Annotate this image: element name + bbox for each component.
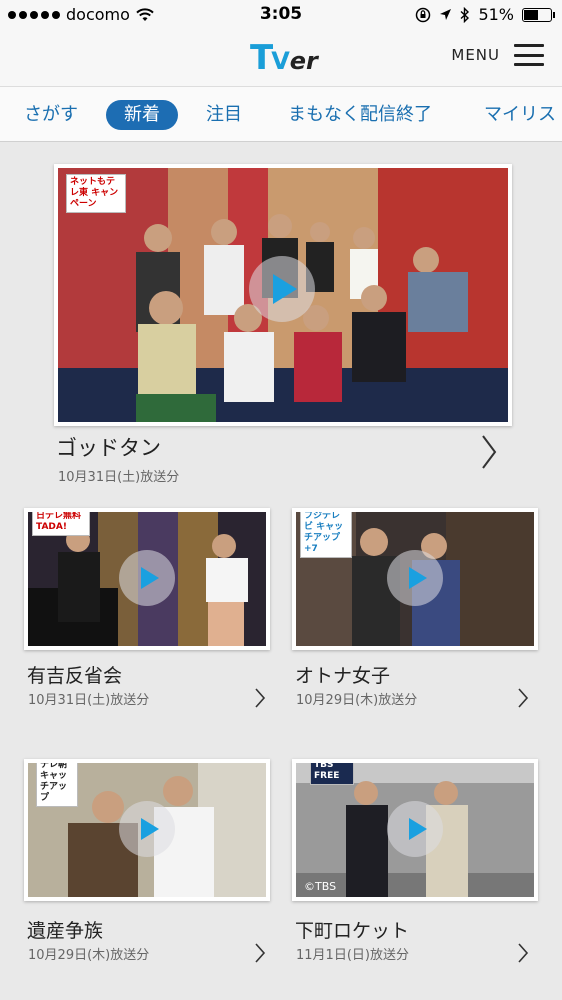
program-play-button[interactable] xyxy=(119,550,175,606)
tab-featured[interactable]: 注目 xyxy=(206,100,242,130)
menu-button[interactable]: MENU xyxy=(451,44,544,66)
tab-ending-soon[interactable]: まもなく配信終了 xyxy=(288,100,432,130)
program-title[interactable]: オトナ女子 xyxy=(295,661,390,688)
program-title[interactable]: 有吉反省会 xyxy=(27,661,122,688)
battery-icon xyxy=(522,7,555,22)
tab-bar: さがす 新着 注目 まもなく配信終了 マイリス xyxy=(0,86,562,142)
app-header: TVer MENU xyxy=(0,30,562,86)
chevron-right-icon[interactable] xyxy=(254,687,266,709)
status-right: 51% xyxy=(415,5,555,24)
channel-badge: テレ朝 キャッチアップ xyxy=(36,763,78,807)
featured-thumbnail[interactable]: ネットもテレ東 キャンペーン xyxy=(54,164,512,426)
chevron-right-icon[interactable] xyxy=(517,687,529,709)
program-card[interactable]: 日テレ無料 TADA! 有吉反省会 10月31日(土)放送分 xyxy=(0,505,281,725)
hamburger-icon xyxy=(514,44,544,66)
program-card[interactable]: テレ朝 キャッチアップ 遺産争族 10月29日(木)放送分 xyxy=(0,756,281,976)
featured-play-button[interactable] xyxy=(249,256,315,322)
rotation-lock-icon xyxy=(416,7,431,22)
location-icon xyxy=(440,9,452,20)
program-card[interactable]: TBS FREE ©TBS 下町ロケット 11月1日(日)放送分 xyxy=(281,756,562,976)
featured-date: 10月31日(土)放送分 xyxy=(58,470,180,485)
play-icon xyxy=(140,567,159,589)
program-play-button[interactable] xyxy=(119,801,175,857)
program-date: 10月31日(土)放送分 xyxy=(28,693,150,708)
battery-percent: 51% xyxy=(478,5,514,24)
featured-card[interactable]: ネットもテレ東 キャンペーン ゴッドタン 10月31日(土)放送分 xyxy=(0,142,562,492)
bluetooth-icon xyxy=(460,6,470,23)
channel-badge: TBS FREE xyxy=(310,763,354,785)
play-icon xyxy=(273,274,297,304)
play-icon xyxy=(140,818,159,840)
play-icon xyxy=(408,567,427,589)
program-thumbnail[interactable]: フジテレビ キャッチアップ +7 xyxy=(292,508,538,650)
program-card[interactable]: フジテレビ キャッチアップ +7 オトナ女子 10月29日(木)放送分 xyxy=(281,505,562,725)
featured-title[interactable]: ゴッドタン xyxy=(56,432,161,462)
program-title[interactable]: 下町ロケット xyxy=(295,916,409,943)
featured-channel-badge: ネットもテレ東 キャンペーン xyxy=(66,174,126,213)
menu-label: MENU xyxy=(451,46,500,64)
tab-search[interactable]: さがす xyxy=(24,100,78,130)
chevron-right-icon[interactable] xyxy=(517,942,529,964)
program-thumbnail[interactable]: 日テレ無料 TADA! xyxy=(24,508,270,650)
channel-badge: 日テレ無料 TADA! xyxy=(32,512,90,536)
tab-new[interactable]: 新着 xyxy=(106,100,178,130)
channel-badge: フジテレビ キャッチアップ +7 xyxy=(300,512,352,558)
tab-mylist[interactable]: マイリス xyxy=(484,100,556,130)
play-icon xyxy=(408,818,427,840)
featured-chevron-right-icon[interactable] xyxy=(480,434,498,470)
tver-logo[interactable]: TVer xyxy=(250,38,318,78)
battery-fill xyxy=(524,9,539,20)
tbs-watermark: ©TBS xyxy=(304,880,337,893)
status-bar: docomo 3:05 51% xyxy=(0,0,562,30)
program-date: 11月1日(日)放送分 xyxy=(296,948,409,963)
program-play-button[interactable] xyxy=(387,801,443,857)
program-title[interactable]: 遺産争族 xyxy=(27,916,103,943)
program-thumbnail[interactable]: TBS FREE ©TBS xyxy=(292,759,538,901)
program-date: 10月29日(木)放送分 xyxy=(296,693,418,708)
program-date: 10月29日(木)放送分 xyxy=(28,948,150,963)
program-thumbnail[interactable]: テレ朝 キャッチアップ xyxy=(24,759,270,901)
chevron-right-icon[interactable] xyxy=(254,942,266,964)
program-play-button[interactable] xyxy=(387,550,443,606)
